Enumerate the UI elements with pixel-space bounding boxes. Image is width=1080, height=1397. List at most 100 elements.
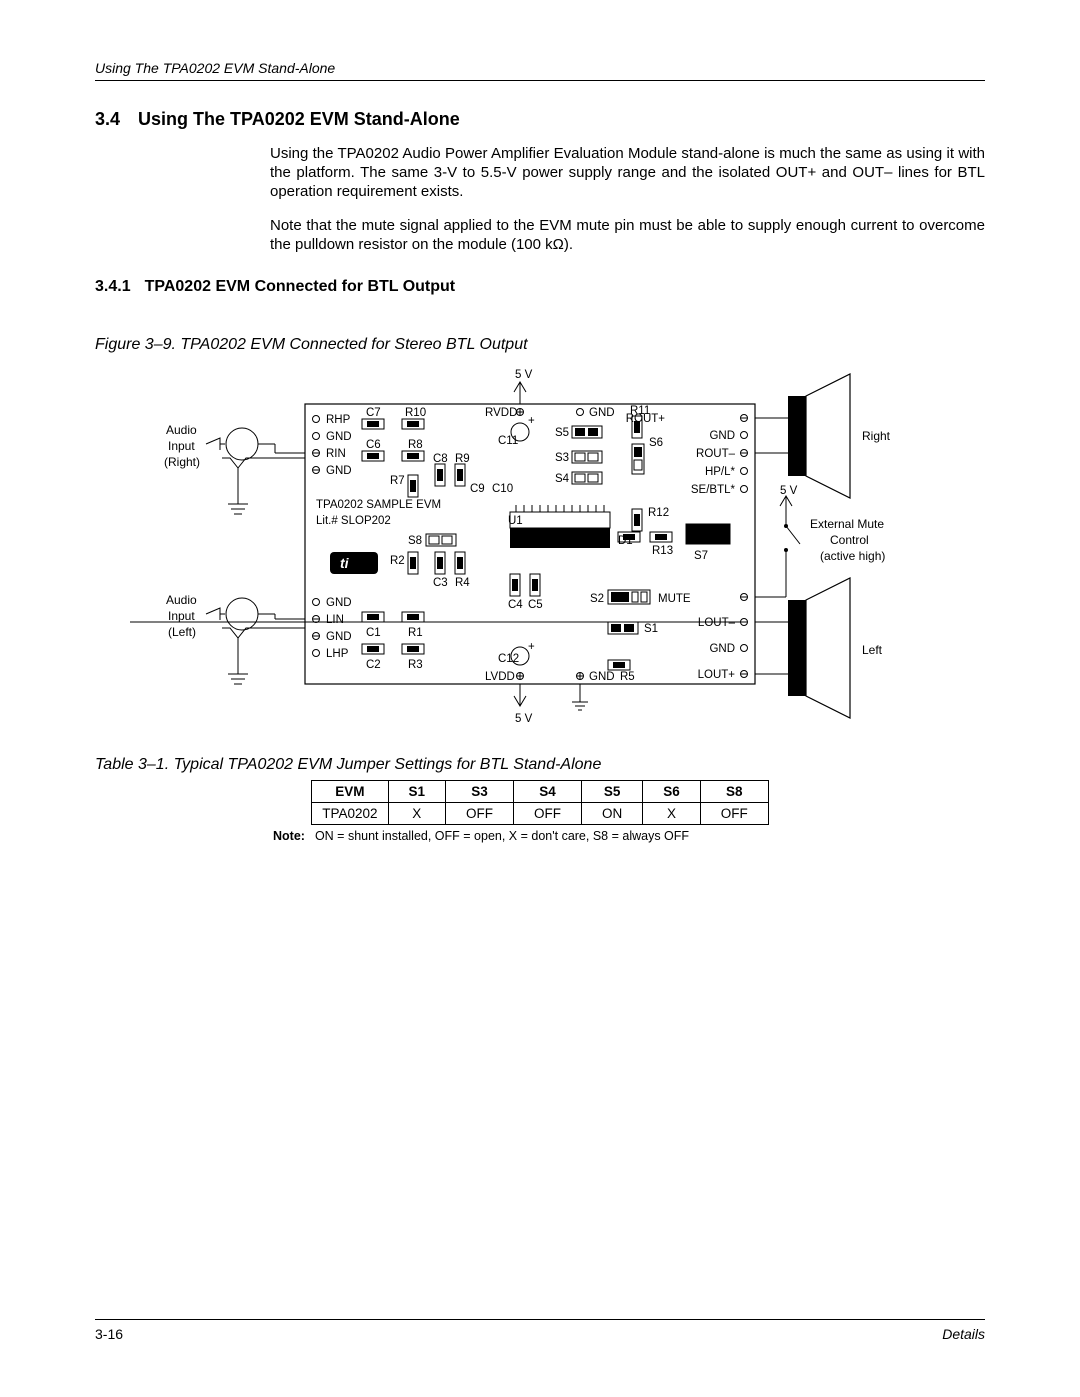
label-hpl: HP/L* [705,466,736,478]
footer-section: Details [942,1326,985,1342]
label-active-high: (active high) [820,549,885,563]
label-plus: + [528,641,535,653]
svg-text:ti: ti [340,555,350,571]
label-gnd: GND [326,465,352,477]
label-c4: C4 [508,599,523,611]
label-c9: C9 [470,483,485,495]
figure-caption: Figure 3–9. TPA0202 EVM Connected for St… [95,336,985,354]
th-s6: S6 [643,780,701,802]
label-sebtl: SE/BTL* [691,484,736,496]
section-3-4-body: Using the TPA0202 Audio Power Amplifier … [270,144,985,254]
label-s7: S7 [694,550,708,562]
th-s5: S5 [582,780,643,802]
page-number: 3-16 [95,1326,123,1342]
th-s8: S8 [700,780,768,802]
label-r4: R4 [455,577,470,589]
label-c5: C5 [528,599,543,611]
figure-diagram: 5 V RHP GND RIN GND C7 R10 C6 R8 C8 R9 [95,364,985,734]
label-r7: R7 [390,475,405,487]
label-routm: ROUT– [696,448,736,460]
label-r12: R12 [648,507,669,519]
label-5v-top: 5 V [515,369,533,381]
label-rin: RIN [326,448,346,460]
label-c12: C12 [498,653,519,665]
label-input: Input [168,609,195,623]
label-5v-bottom: 5 V [515,713,533,725]
paragraph: Using the TPA0202 Audio Power Amplifier … [270,144,985,202]
label-c10: C10 [492,483,513,495]
label-loutp: LOUT+ [698,669,736,681]
table-header-row: EVM S1 S3 S4 S5 S6 S8 [312,780,769,802]
label-lin: LIN [326,614,344,626]
label-sample-evm: TPA0202 SAMPLE EVM [316,499,441,511]
label-r2: R2 [390,555,405,567]
label-c8: C8 [433,453,448,465]
label-input: Input [168,439,195,453]
label-gnd: GND [589,671,615,683]
label-s4: S4 [555,473,570,485]
label-s8: S8 [408,535,422,547]
label-c11: C11 [498,435,518,447]
label-r1: R1 [408,627,423,639]
label-gnd: GND [709,430,735,442]
label-lvdd: LVDD [485,671,515,683]
label-r9: R9 [455,453,470,465]
label-gnd: GND [709,643,735,655]
note-text: ON = shunt installed, OFF = open, X = do… [315,829,689,843]
label-rvdd: RVDD [485,407,517,419]
th-evm: EVM [312,780,388,802]
label-gnd: GND [326,631,352,643]
running-header: Using The TPA0202 EVM Stand-Alone [95,60,985,81]
label-rhp: RHP [326,414,351,426]
label-s3: S3 [555,452,569,464]
label-c7: C7 [366,407,381,419]
label-gnd: GND [326,597,352,609]
label-gnd: GND [589,407,615,419]
td-s3: OFF [446,802,514,824]
label-left-speaker: Left [862,643,883,657]
label-r3: R3 [408,659,423,671]
paragraph: Note that the mute signal applied to the… [270,216,985,254]
td-s6: X [643,802,701,824]
table-caption: Table 3–1. Typical TPA0202 EVM Jumper Se… [95,756,985,774]
label-loutm: LOUT– [698,617,736,629]
label-control: Control [830,533,869,547]
td-s8: OFF [700,802,768,824]
label-c1: C1 [366,627,381,639]
label-c6: C6 [366,439,381,451]
label-audio: Audio [166,423,197,437]
label-mute: MUTE [658,593,691,605]
label-gnd: GND [326,431,352,443]
th-s3: S3 [446,780,514,802]
label-audio: Audio [166,593,197,607]
label-r13: R13 [652,545,673,557]
td-s4: OFF [514,802,582,824]
note-label: Note: [273,829,305,843]
label-s2: S2 [590,593,604,605]
section-title: Using The TPA0202 EVM Stand-Alone [138,109,460,129]
label-left: (Left) [168,625,196,639]
section-number: 3.4 [95,109,120,129]
jumper-settings-table: EVM S1 S3 S4 S5 S6 S8 TPA0202 X OFF OFF … [311,780,769,825]
th-s1: S1 [388,780,446,802]
label-lhp: LHP [326,648,349,660]
section-3-4-1-heading: 3.4.1TPA0202 EVM Connected for BTL Outpu… [95,278,985,296]
label-right-speaker: Right [862,429,891,443]
label-r5: R5 [620,671,635,683]
td-s5: ON [582,802,643,824]
label-c2: C2 [366,659,381,671]
label-s1: S1 [644,623,658,635]
table-row: TPA0202 X OFF OFF ON X OFF [312,802,769,824]
label-r8: R8 [408,439,423,451]
label-plus: + [528,415,535,427]
label-lit: Lit.# SLOP202 [316,515,391,527]
table-note: Note: ON = shunt installed, OFF = open, X… [95,829,985,843]
label-5v-right: 5 V [780,485,798,497]
th-s4: S4 [514,780,582,802]
label-c3: C3 [433,577,448,589]
label-r10: R10 [405,407,426,419]
subsection-number: 3.4.1 [95,278,131,295]
section-3-4-heading: 3.4 Using The TPA0202 EVM Stand-Alone [95,109,985,130]
td-evm: TPA0202 [312,802,388,824]
label-routp: ROUT+ [626,413,666,425]
